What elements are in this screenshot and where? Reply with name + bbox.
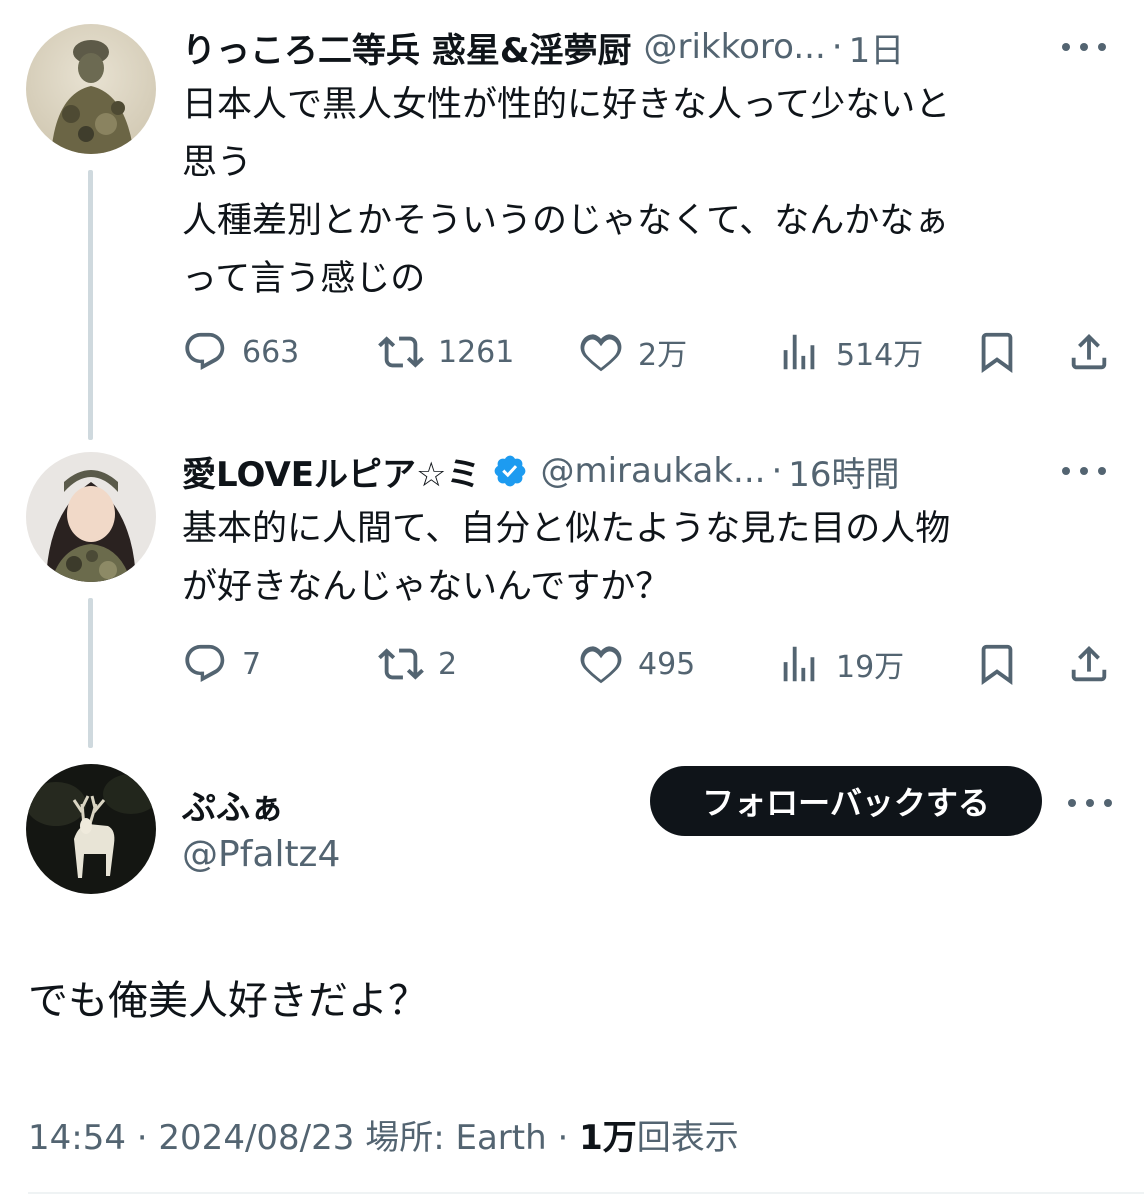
- tweet-header: 愛LOVEルピア☆ミ @miraukak... · 16時間: [182, 446, 1124, 496]
- separator-dot: ·: [557, 1118, 569, 1158]
- like-button[interactable]: 495: [578, 640, 695, 688]
- user-handle[interactable]: @rikkoro...: [644, 27, 826, 67]
- thread-line: [88, 170, 93, 440]
- retweet-count: 1261: [438, 334, 515, 370]
- more-icon[interactable]: [1068, 793, 1112, 813]
- reply-count: 663: [242, 334, 300, 370]
- retweet-button[interactable]: 2: [378, 640, 457, 688]
- tweet-text: 日本人で黒人女性が性的に好きな人って少ないと 思う 人種差別とかそういうのじゃな…: [182, 85, 951, 299]
- views-button[interactable]: 19万: [776, 640, 904, 688]
- more-icon[interactable]: [1062, 461, 1106, 481]
- views-count: 19万: [836, 650, 905, 685]
- views-icon: [783, 646, 815, 682]
- retweet-count: 2: [438, 646, 458, 682]
- views-count: 514万: [836, 338, 924, 373]
- reply-button[interactable]: 7: [182, 640, 261, 688]
- view-count-suffix: 回表示: [636, 1118, 739, 1158]
- view-count: 1万: [579, 1118, 637, 1158]
- timestamp[interactable]: 16時間: [788, 447, 899, 496]
- separator-dot: ·: [136, 1118, 148, 1158]
- separator-dot: ·: [771, 451, 783, 491]
- bookmark-icon: [981, 332, 1013, 373]
- thread-line: [88, 598, 93, 748]
- timestamp[interactable]: 1日: [849, 23, 905, 72]
- share-icon: [1071, 333, 1107, 370]
- follow-back-button[interactable]: フォローバックする: [650, 766, 1042, 836]
- reply-icon: [185, 644, 225, 682]
- avatar-rupia[interactable]: [26, 452, 156, 582]
- main-author-name[interactable]: ぷふぁ: [182, 780, 284, 829]
- tweet-text: 基本的に人間て、自分と似たような見た目の人物 が好きなんじゃないんですか？: [182, 509, 951, 607]
- reply-button[interactable]: 663: [182, 328, 299, 376]
- retweet-icon: [378, 336, 424, 368]
- post-date[interactable]: 2024/08/23: [158, 1118, 354, 1158]
- bookmark-button[interactable]: [974, 640, 1034, 688]
- more-icon[interactable]: [1062, 37, 1106, 57]
- main-author-handle[interactable]: @Pfaltz4: [182, 834, 340, 875]
- bookmark-button[interactable]: [974, 328, 1034, 376]
- reply-icon: [185, 332, 225, 370]
- verified-icon: [492, 453, 528, 489]
- retweet-icon: [378, 648, 424, 680]
- avatar-pfaltz[interactable]: [26, 764, 156, 894]
- tweet-actions: 663 1261 2万 514万: [182, 328, 1112, 376]
- avatar-rikkoro[interactable]: [26, 24, 156, 154]
- tweet-meta: 14:54 · 2024/08/23 場所: Earth · 1万回表示: [28, 1110, 739, 1159]
- share-icon: [1071, 645, 1107, 682]
- user-handle[interactable]: @miraukak...: [540, 451, 765, 491]
- share-button[interactable]: [1066, 328, 1126, 376]
- like-count: 2万: [638, 338, 688, 373]
- display-name[interactable]: りっころ二等兵 惑星&淫夢厨: [182, 23, 632, 72]
- views-icon: [783, 334, 815, 370]
- retweet-button[interactable]: 1261: [378, 328, 514, 376]
- like-count: 495: [638, 646, 696, 682]
- display-name[interactable]: 愛LOVEルピア☆ミ: [182, 447, 480, 496]
- tweet-actions: 7 2 495 19万: [182, 640, 1112, 688]
- like-icon: [580, 334, 622, 372]
- bookmark-icon: [981, 644, 1013, 685]
- like-icon: [580, 646, 622, 684]
- views-button[interactable]: 514万: [776, 328, 923, 376]
- post-time[interactable]: 14:54: [28, 1118, 126, 1158]
- main-tweet-text: でも俺美人好きだよ？: [28, 978, 428, 1024]
- reply-count: 7: [242, 646, 262, 682]
- separator-dot: ·: [831, 27, 843, 67]
- share-button[interactable]: [1066, 640, 1126, 688]
- like-button[interactable]: 2万: [578, 328, 687, 376]
- post-location: 場所: Earth: [365, 1118, 547, 1158]
- divider: [28, 1192, 1144, 1194]
- tweet-header: りっころ二等兵 惑星&淫夢厨 @rikkoro... · 1日: [182, 22, 1124, 72]
